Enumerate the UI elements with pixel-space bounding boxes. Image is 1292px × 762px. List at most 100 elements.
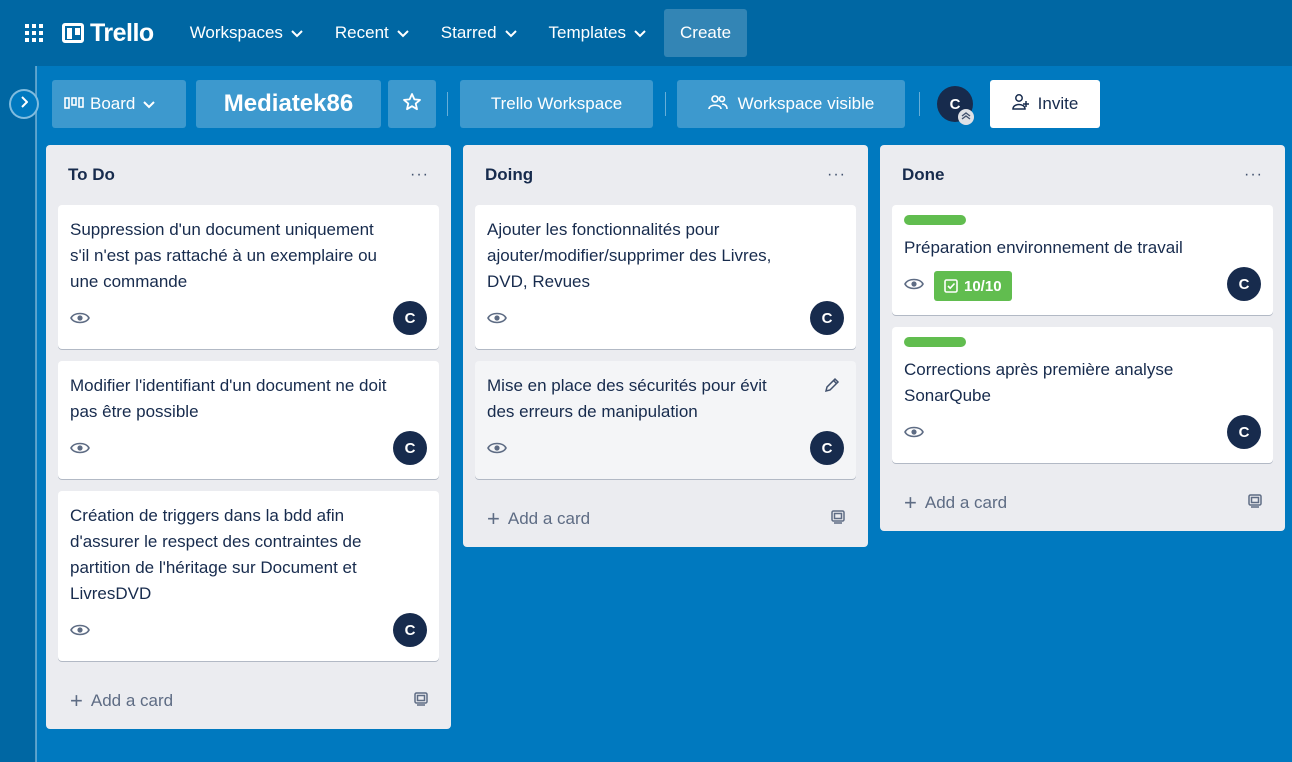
people-icon (707, 94, 728, 115)
card-member-avatar[interactable]: C (1227, 267, 1261, 301)
chevron-right-icon (20, 95, 29, 113)
card-hovered[interactable]: Mise en place des sécurités pour évit de… (475, 361, 856, 479)
list-doing: Doing ··· Ajouter les fonctionnalités po… (463, 145, 868, 547)
chevron-down-icon (291, 23, 303, 43)
avatar-initial: C (949, 95, 961, 113)
add-card-label-wrap: + Add a card (487, 508, 590, 530)
card-badges (904, 419, 1221, 449)
card-badges: 10/10 (904, 271, 1221, 301)
admin-badge-icon (958, 109, 974, 125)
avatar-initial: C (1238, 423, 1250, 441)
card-badges (70, 435, 387, 465)
nav-label: Workspaces (189, 23, 283, 42)
create-from-template-icon[interactable] (830, 509, 846, 530)
plus-icon: + (487, 506, 500, 531)
avatar-initial: C (1238, 275, 1250, 293)
list-title[interactable]: To Do (68, 165, 115, 185)
card-label-green[interactable] (904, 215, 966, 225)
nav-templates[interactable]: Templates (539, 13, 656, 53)
chevron-down-icon (143, 94, 156, 114)
add-card-label-wrap: + Add a card (904, 492, 1007, 514)
chevron-down-icon (504, 23, 517, 43)
list-header: Doing ··· (463, 145, 868, 205)
plus-icon: + (904, 490, 917, 515)
list-menu-icon[interactable]: ··· (410, 166, 429, 184)
checklist-icon (944, 279, 958, 293)
add-card-button[interactable]: + Add a card (880, 475, 1285, 531)
card-title: Corrections après première analyse Sonar… (904, 360, 1174, 405)
watch-eye-icon (487, 311, 507, 330)
card-member-avatar[interactable]: C (393, 301, 427, 335)
card[interactable]: Ajouter les fonctionnalités pour ajouter… (475, 205, 856, 349)
checklist-badge: 10/10 (934, 271, 1012, 301)
add-card-button[interactable]: + Add a card (463, 491, 868, 547)
list-title[interactable]: Doing (485, 165, 533, 185)
header-divider (447, 92, 448, 116)
edit-pencil-icon[interactable] (820, 373, 844, 397)
card[interactable]: Suppression d'un document uniquement s'i… (58, 205, 439, 349)
header-divider (665, 92, 666, 116)
apps-grid-icon[interactable] (20, 19, 48, 47)
nav-recent[interactable]: Recent (325, 13, 419, 53)
avatar-initial: C (821, 309, 833, 327)
card[interactable]: Création de triggers dans la bdd afin d'… (58, 491, 439, 661)
invite-button[interactable]: Invite (990, 80, 1100, 128)
create-from-template-icon[interactable] (1247, 493, 1263, 514)
visibility-button[interactable]: Workspace visible (677, 80, 905, 128)
list-header: Done ··· (880, 145, 1285, 205)
add-person-icon (1011, 93, 1030, 116)
board-view-label: Board (90, 94, 136, 113)
nav-label: Recent (334, 23, 389, 42)
card-badges (70, 617, 387, 647)
header-divider (919, 92, 920, 116)
card-member-avatar[interactable]: C (1227, 415, 1261, 449)
card[interactable]: Préparation environnement de travail 10/… (892, 205, 1273, 315)
nav-starred[interactable]: Starred (431, 13, 527, 53)
avatar-initial: C (404, 309, 416, 327)
card-title: Modifier l'identifiant d'un document ne … (70, 376, 387, 421)
create-from-template-icon[interactable] (413, 691, 429, 712)
card-badges (70, 305, 387, 335)
create-button[interactable]: Create (664, 9, 748, 57)
add-card-label: Add a card (924, 493, 1008, 512)
workspace-button[interactable]: Trello Workspace (460, 80, 653, 128)
watch-eye-icon (70, 623, 90, 642)
visibility-label: Workspace visible (737, 94, 875, 113)
watch-eye-icon (70, 311, 90, 330)
card-member-avatar[interactable]: C (393, 613, 427, 647)
card-title-continued: des erreurs de manipulation (487, 402, 698, 421)
trello-logo[interactable]: Trello (62, 19, 154, 48)
board-view-switcher[interactable]: Board (52, 80, 186, 128)
star-icon (402, 92, 422, 117)
avatar-initial: C (404, 621, 416, 639)
list-menu-icon[interactable]: ··· (827, 166, 846, 184)
card-member-avatar[interactable]: C (810, 301, 844, 335)
plus-icon: + (70, 688, 83, 713)
trello-logo-text: Trello (90, 18, 154, 47)
card[interactable]: Modifier l'identifiant d'un document ne … (58, 361, 439, 479)
card-badges (487, 435, 804, 465)
list-done: Done ··· Préparation environnement de tr… (880, 145, 1285, 531)
board-name[interactable]: Mediatek86 (196, 80, 381, 128)
board-view-icon (64, 94, 84, 114)
card[interactable]: Corrections après première analyse Sonar… (892, 327, 1273, 463)
card-label-green[interactable] (904, 337, 966, 347)
list-title[interactable]: Done (902, 165, 945, 185)
add-card-label-wrap: + Add a card (70, 690, 173, 712)
card-title: Suppression d'un document uniquement s'i… (70, 220, 377, 291)
nav-label: Starred (440, 23, 497, 42)
expand-sidebar-button[interactable] (9, 89, 39, 119)
card-member-avatar[interactable]: C (810, 431, 844, 465)
card-member-avatar[interactable]: C (393, 431, 427, 465)
checklist-count: 10/10 (964, 277, 1002, 295)
watch-eye-icon (904, 425, 924, 444)
add-card-button[interactable]: + Add a card (46, 673, 451, 729)
watch-eye-icon (70, 441, 90, 460)
nav-workspaces[interactable]: Workspaces (180, 13, 313, 53)
star-board-button[interactable] (388, 80, 436, 128)
nav-label: Templates (548, 23, 627, 42)
add-card-label: Add a card (90, 691, 174, 710)
top-header: Trello Workspaces Recent Starred Templat… (0, 0, 1292, 66)
list-menu-icon[interactable]: ··· (1244, 166, 1263, 184)
avatar-initial: C (821, 439, 833, 457)
